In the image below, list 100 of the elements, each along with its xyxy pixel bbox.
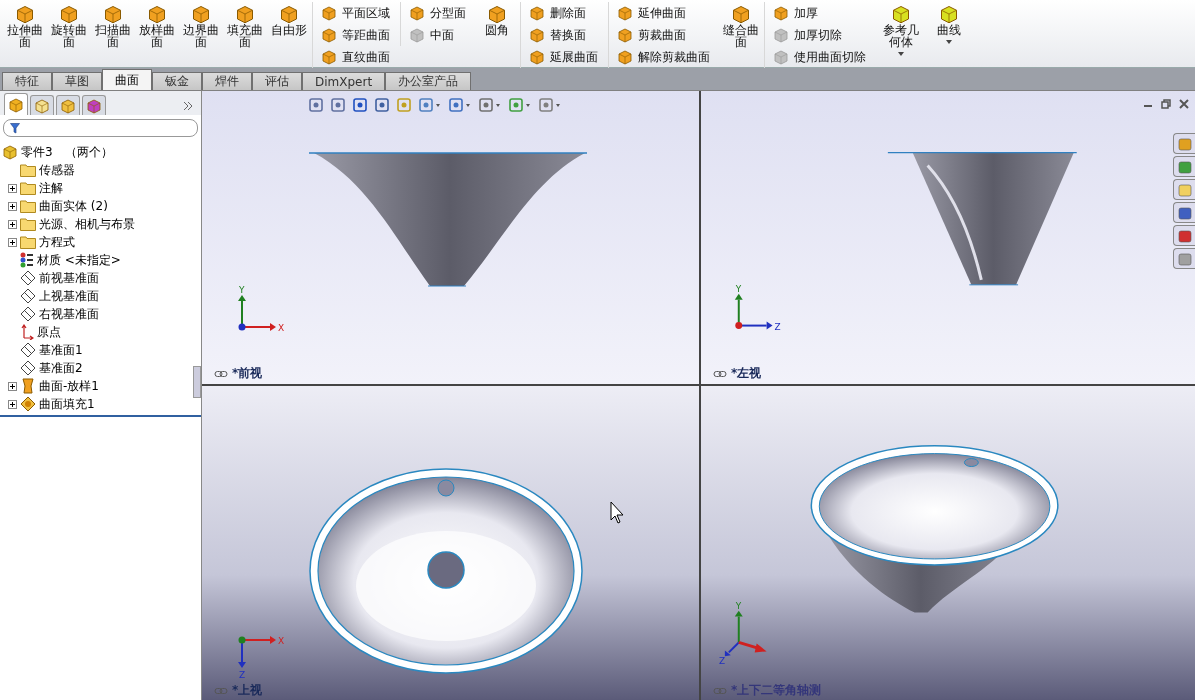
ribbon-button[interactable]: 拉伸曲面 [4, 2, 46, 50]
panel-collapse-handle[interactable] [193, 366, 201, 398]
ribbon-button[interactable]: 替换面 [527, 24, 600, 46]
tree-item[interactable]: 注解 [39, 179, 63, 197]
filter-field[interactable] [3, 119, 198, 137]
plane-icon [20, 306, 36, 322]
ribbon-button[interactable]: 平面区域 [319, 2, 392, 24]
tree-item[interactable]: 曲面填充1 [39, 395, 95, 413]
task-pane-button[interactable] [1173, 202, 1195, 223]
surface-tool-icon [59, 4, 79, 24]
view-tool-icon[interactable] [330, 97, 346, 113]
panel-tab[interactable] [82, 95, 106, 115]
tree-item[interactable]: 原点 [37, 323, 61, 341]
ribbon-tab[interactable]: 评估 [252, 72, 302, 90]
surface-tool-icon [235, 4, 255, 24]
ribbon-button[interactable]: 边界曲面 [180, 2, 222, 50]
tree-item[interactable]: 基准面1 [39, 341, 83, 359]
ribbon-button[interactable]: 缝合曲面 [720, 2, 762, 50]
close-icon[interactable] [1179, 99, 1189, 109]
task-pane-button[interactable] [1173, 133, 1195, 154]
ribbon-button[interactable]: 延展曲面 [527, 46, 600, 68]
tree-item[interactable]: 基准面2 [39, 359, 83, 377]
task-pane-icon [1176, 250, 1193, 267]
view-tool-icon[interactable] [448, 97, 472, 113]
ribbon-tab[interactable]: 焊件 [202, 72, 252, 90]
expand-toggle[interactable] [8, 381, 17, 391]
ribbon-button[interactable]: 参考几何体 [876, 2, 926, 58]
ribbon-button[interactable]: 等距曲面 [319, 24, 392, 46]
task-pane-button[interactable] [1173, 156, 1195, 177]
ribbon-tab[interactable]: 曲面 [102, 69, 152, 90]
tree-item[interactable]: 材质 <未指定> [37, 251, 121, 269]
ribbon-button[interactable]: 延伸曲面 [615, 2, 712, 24]
view-tool-icon[interactable] [308, 97, 324, 113]
ribbon-button[interactable]: 解除剪裁曲面 [615, 46, 712, 68]
ribbon-button[interactable]: 分型面 [407, 2, 468, 24]
panel-tab[interactable] [4, 93, 28, 115]
ribbon-button[interactable]: 曲线 [928, 2, 970, 46]
chevron-icon[interactable] [183, 101, 193, 111]
task-pane-button[interactable] [1173, 179, 1195, 200]
panel-tab-icon [8, 96, 24, 113]
tree-item[interactable]: 前视基准面 [39, 269, 99, 287]
task-pane-button[interactable] [1173, 248, 1195, 269]
tree-item[interactable]: 上视基准面 [39, 287, 99, 305]
view-tool-icon[interactable] [352, 97, 368, 113]
expand-toggle[interactable] [8, 237, 17, 247]
folder-icon [20, 217, 36, 231]
ribbon-tab[interactable]: 特征 [2, 72, 52, 90]
ribbon-button[interactable]: 删除面 [527, 2, 600, 24]
view-tool-icon[interactable] [478, 97, 502, 113]
tree-item[interactable]: 零件3 （两个） [2, 143, 201, 161]
ribbon-button[interactable]: 剪裁曲面 [615, 24, 712, 46]
material-icon [20, 252, 34, 268]
surface-tool-icon [617, 5, 633, 21]
restore-icon[interactable] [1161, 99, 1171, 109]
ribbon-button[interactable]: 加厚 [771, 2, 868, 24]
axis-label: Y [735, 600, 742, 611]
ribbon-button[interactable]: 旋转曲面 [48, 2, 90, 50]
expand-toggle[interactable] [8, 219, 17, 229]
ribbon-tab[interactable]: 钣金 [152, 72, 202, 90]
tree-item[interactable]: 方程式 [39, 233, 75, 251]
ribbon-button[interactable]: 放样曲面 [136, 2, 178, 50]
panel-tab[interactable] [56, 95, 80, 115]
view-tool-icon[interactable] [508, 97, 532, 113]
view-tool-icon[interactable] [374, 97, 390, 113]
expand-toggle[interactable] [8, 183, 17, 193]
tree-item[interactable]: 曲面实体 (2) [39, 197, 108, 215]
surface-tool-icon [15, 4, 35, 24]
view-tool-icon[interactable] [418, 97, 442, 113]
ribbon-button[interactable]: 填充曲面 [224, 2, 266, 50]
ribbon-button[interactable]: 直纹曲面 [319, 46, 392, 68]
surface-tool-icon [147, 4, 167, 24]
ribbon-button[interactable]: 扫描曲面 [92, 2, 134, 50]
axis-label: Z [718, 656, 725, 667]
filter-icon [10, 122, 20, 134]
surface-tool-icon [529, 5, 545, 21]
tree-item[interactable]: 光源、相机与布景 [39, 215, 135, 233]
task-pane-button[interactable] [1173, 225, 1195, 246]
view-tool-icon[interactable] [538, 97, 562, 113]
surface-tool-icon [773, 49, 789, 65]
surface-tool-icon [103, 4, 123, 24]
ribbon-button[interactable]: 圆角 [476, 2, 518, 38]
ribbon-tab[interactable]: 办公室产品 [385, 72, 472, 90]
surface-tool-icon [617, 27, 633, 43]
expand-toggle[interactable] [8, 201, 17, 211]
surface-tool-icon [321, 27, 337, 43]
viewport[interactable]: Y X *前视 [202, 91, 699, 384]
tree-item[interactable]: 右视基准面 [39, 305, 99, 323]
tree-item[interactable]: 传感器 [39, 161, 75, 179]
viewport[interactable]: Y Z *左视 [701, 91, 1195, 384]
expand-toggle[interactable] [8, 399, 17, 409]
surface-tool-icon [321, 49, 337, 65]
surface-tool-icon [529, 49, 545, 65]
link-icon [713, 686, 727, 695]
panel-tab[interactable] [30, 95, 54, 115]
tree-item[interactable]: 曲面-放样1 [39, 377, 99, 395]
task-pane-icon [1176, 227, 1193, 244]
ribbon-button[interactable]: 自由形 [268, 2, 310, 38]
surface-tool-icon [321, 5, 337, 21]
ribbon-tab[interactable]: DimXpert [302, 72, 386, 90]
ribbon-tab[interactable]: 草图 [52, 72, 102, 90]
